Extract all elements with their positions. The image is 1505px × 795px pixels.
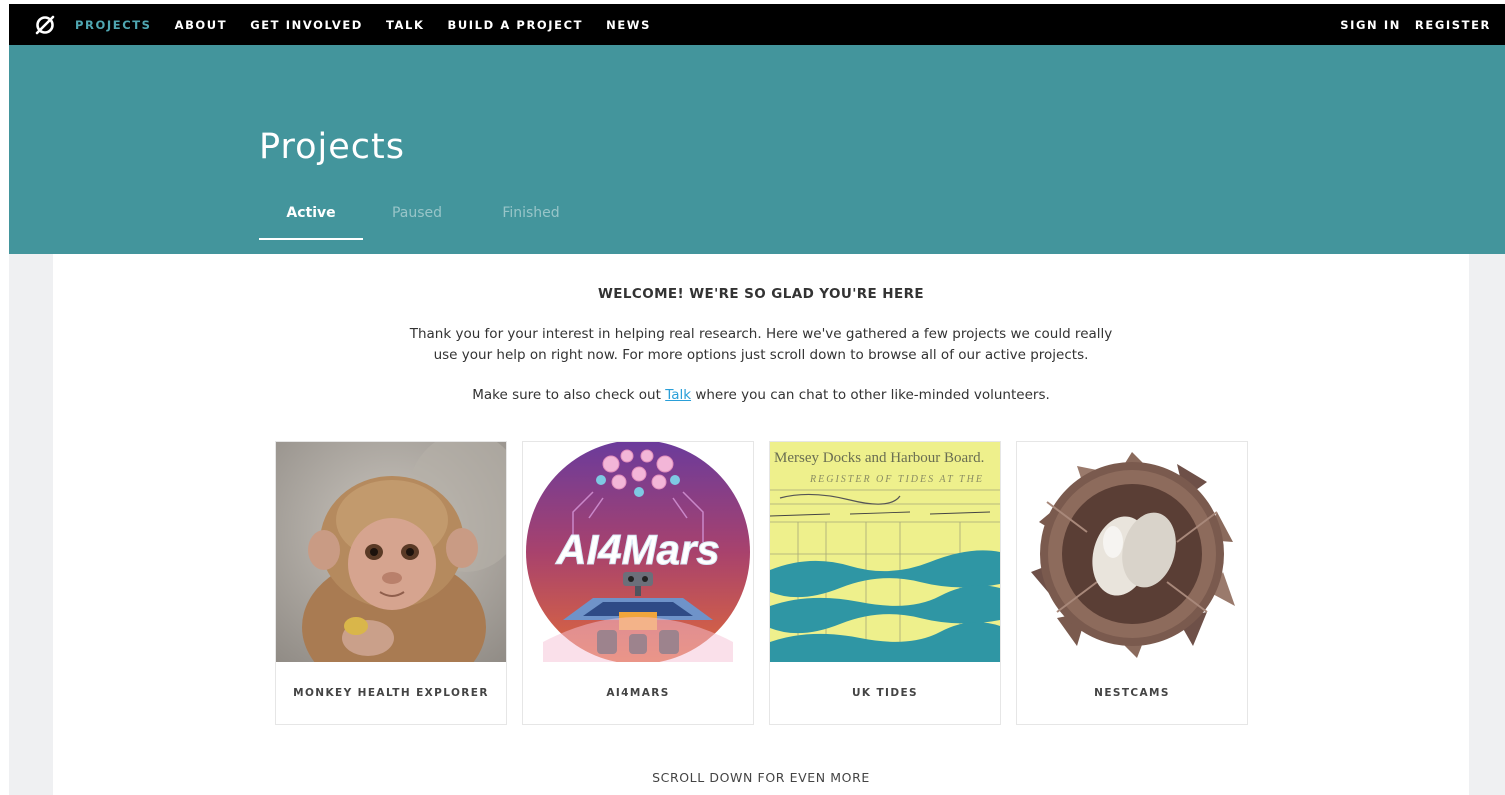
account-links: SIGN IN REGISTER	[1326, 18, 1491, 32]
featured-projects-panel: WELCOME! WE'RE SO GLAD YOU'RE HERE Thank…	[53, 254, 1469, 795]
nav-projects[interactable]: PROJECTS	[75, 18, 152, 32]
nestcams-nest-illustration	[1017, 442, 1247, 662]
featured-project-cards: MONKEY HEALTH EXPLORER AI4Mars AI4MARS M…	[275, 441, 1263, 725]
tab-paused[interactable]: Paused	[363, 205, 471, 240]
talk-prompt-prefix: Make sure to also check out	[472, 387, 666, 403]
intro-text: Thank you for your interest in helping r…	[409, 326, 1113, 363]
nav-build-a-project[interactable]: BUILD A PROJECT	[447, 18, 583, 32]
ai4mars-logo: AI4Mars	[523, 442, 753, 662]
project-card-uk-tides[interactable]: Mersey Docks and Harbour Board. REGISTER…	[769, 441, 1001, 725]
main-nav-links: PROJECTS ABOUT GET INVOLVED TALK BUILD A…	[75, 18, 674, 32]
zooniverse-logo-icon[interactable]	[29, 9, 61, 41]
nav-about[interactable]: ABOUT	[175, 18, 228, 32]
talk-prompt-suffix: where you can chat to other like-minded …	[691, 387, 1050, 403]
uk-tides-register-image: Mersey Docks and Harbour Board. REGISTER…	[770, 442, 1000, 662]
welcome-heading: WELCOME! WE'RE SO GLAD YOU'RE HERE	[597, 286, 925, 302]
top-navigation-bar: PROJECTS ABOUT GET INVOLVED TALK BUILD A…	[9, 4, 1505, 45]
ai4mars-logo-text: AI4Mars	[555, 526, 719, 573]
page-title: Projects	[259, 127, 405, 167]
tab-finished[interactable]: Finished	[471, 205, 591, 240]
talk-prompt: Make sure to also check out Talk where y…	[53, 387, 1469, 403]
tab-active[interactable]: Active	[259, 205, 363, 240]
register-link[interactable]: REGISTER	[1415, 18, 1491, 32]
tides-register-heading: Mersey Docks and Harbour Board.	[774, 450, 984, 466]
project-card-title: UK TIDES	[851, 687, 919, 699]
project-card-nestcams[interactable]: NESTCAMS	[1016, 441, 1248, 725]
sign-in-link[interactable]: SIGN IN	[1340, 18, 1401, 32]
project-card-title: MONKEY HEALTH EXPLORER	[293, 687, 489, 699]
project-card-title: NESTCAMS	[1094, 687, 1170, 699]
project-status-tabs: Active Paused Finished	[259, 205, 591, 240]
project-card-monkey-health-explorer[interactable]: MONKEY HEALTH EXPLORER	[275, 441, 507, 725]
project-card-title: AI4MARS	[606, 687, 670, 699]
scroll-down-prompt: SCROLL DOWN FOR EVEN MORE	[652, 770, 870, 785]
project-card-ai4mars[interactable]: AI4Mars AI4MARS	[522, 441, 754, 725]
projects-hero: Projects Active Paused Finished	[9, 45, 1505, 254]
tides-register-subheading: REGISTER OF TIDES AT THE	[809, 474, 984, 485]
talk-link[interactable]: Talk	[665, 387, 691, 403]
nav-talk[interactable]: TALK	[386, 18, 425, 32]
nav-get-involved[interactable]: GET INVOLVED	[250, 18, 363, 32]
nav-news[interactable]: NEWS	[606, 18, 651, 32]
monkey-photo	[276, 442, 506, 662]
